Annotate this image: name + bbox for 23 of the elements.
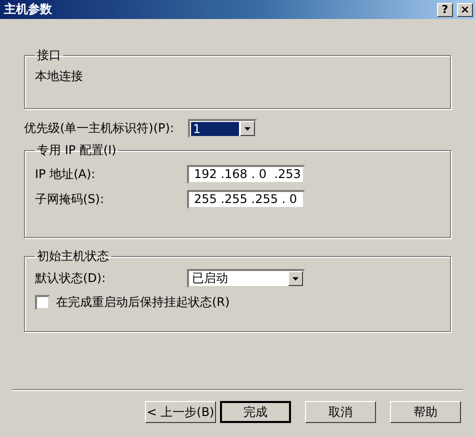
checkbox[interactable]	[35, 295, 50, 310]
window-title: 主机参数	[4, 1, 52, 18]
close-button[interactable]: ×	[457, 2, 473, 16]
field-label: 子网掩码(S):	[35, 191, 106, 208]
dropdown-value: 已启动	[191, 270, 229, 287]
interface-name: 本地连接	[35, 68, 84, 85]
ip-address-field[interactable]: 255 .255 .255 . 0	[187, 190, 305, 209]
priority-dropdown[interactable]: 1	[188, 119, 257, 138]
group-title: 初始主机状态	[36, 248, 110, 265]
dropdown-value: 1	[191, 122, 239, 136]
group-title: 接口	[36, 47, 62, 64]
dialog-button[interactable]: 帮助	[390, 401, 461, 423]
help-button[interactable]: ?	[437, 2, 453, 16]
field-label: 默认状态(D):	[35, 270, 107, 287]
priority-label: 优先级(单一主机标识符)(P):	[24, 120, 176, 137]
state-dropdown[interactable]: 已启动	[187, 269, 305, 288]
dialog-button[interactable]: 完成	[220, 401, 291, 423]
dialog-button[interactable]: < 上一步(B)	[145, 401, 216, 423]
group-title: 专用 IP 配置(I)	[36, 142, 118, 159]
field-label: IP 地址(A):	[35, 166, 96, 183]
dialog-button[interactable]: 取消	[305, 401, 376, 423]
checkbox-label: 在完成重启动后保持挂起状态(R)	[56, 294, 230, 311]
ip-address-field[interactable]: 192 .168 . 0 .253	[187, 165, 305, 184]
